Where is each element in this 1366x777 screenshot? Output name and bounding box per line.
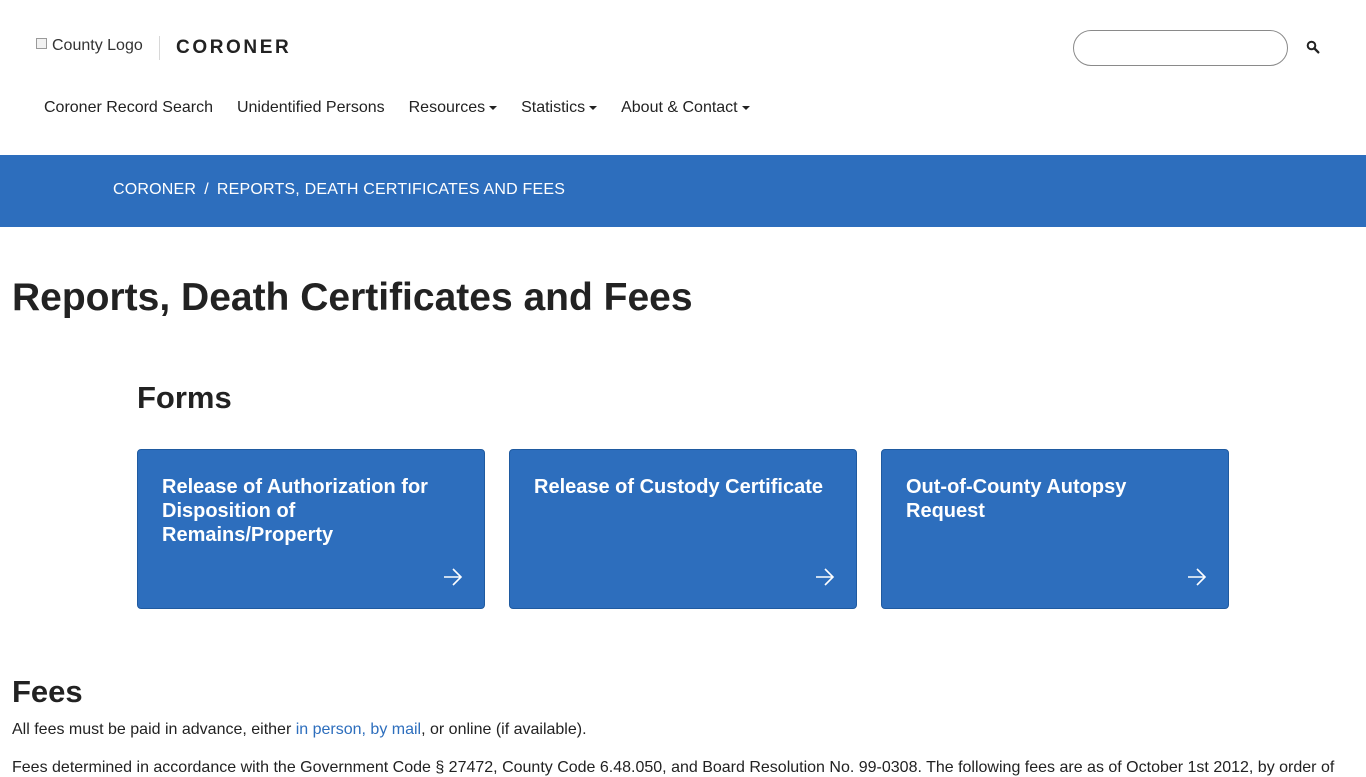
nav-label: Coroner Record Search [44,99,213,116]
arrow-right-icon [816,568,835,586]
fees-intro-text: All fees must be paid in advance, either [12,721,296,738]
department-title[interactable]: CORONER [176,37,291,59]
arrow-right-icon [1188,568,1207,586]
fees-heading: Fees [12,674,83,709]
card-title: Release of Custody Certificate [534,476,823,498]
breadcrumb-current: REPORTS, DEATH CERTIFICATES AND FEES [216,181,566,198]
nav-coroner-record-search[interactable]: Coroner Record Search [32,96,225,120]
card-title: Out-of-County Autopsy Request [906,476,1127,522]
nav-resources[interactable]: Resources [397,96,509,120]
breadcrumb-separator: / [204,181,209,198]
caret-down-icon [489,106,498,110]
payment-methods-link[interactable]: in person, by mail [296,721,421,738]
caret-down-icon [589,106,598,110]
nav-about-contact[interactable]: About & Contact [609,96,762,120]
nav-unidentified-persons[interactable]: Unidentified Persons [225,96,397,120]
search-button[interactable] [1300,35,1326,61]
nav-label: Unidentified Persons [236,99,385,116]
card-title: Release of Authorization for Disposition… [162,476,428,546]
county-logo[interactable]: County Logo [36,37,143,55]
breadcrumb-home-link[interactable]: CORONER [113,181,196,199]
fees-intro: All fees must be paid in advance, either… [12,721,587,739]
nav-label: About & Contact [621,99,738,116]
nav-label: Statistics [521,99,586,116]
county-logo-alt-text: County Logo [52,37,143,54]
caret-down-icon [741,106,750,110]
fees-detail: Fees determined in accordance with the G… [12,759,1335,776]
arrow-right-icon [444,568,463,586]
search-input[interactable] [1073,30,1288,66]
form-card-release-custody[interactable]: Release of Custody Certificate [509,449,857,609]
main-nav: Coroner Record Search Unidentified Perso… [32,96,762,120]
form-card-release-authorization[interactable]: Release of Authorization for Disposition… [137,449,485,609]
breadcrumb: CORONER / REPORTS, DEATH CERTIFICATES AN… [113,181,565,199]
site-header: County Logo CORONER Coroner Record Searc… [0,0,1366,155]
form-card-autopsy-request[interactable]: Out-of-County Autopsy Request [881,449,1229,609]
page-title: Reports, Death Certificates and Fees [12,276,693,319]
forms-heading: Forms [137,380,232,415]
search-icon [1306,40,1320,54]
broken-image-icon [36,38,52,54]
fees-intro-text-end: , or online (if available). [421,721,587,738]
header-divider [159,36,160,60]
nav-label: Resources [408,99,486,116]
breadcrumb-bar: CORONER / REPORTS, DEATH CERTIFICATES AN… [0,155,1366,227]
nav-statistics[interactable]: Statistics [509,96,609,120]
